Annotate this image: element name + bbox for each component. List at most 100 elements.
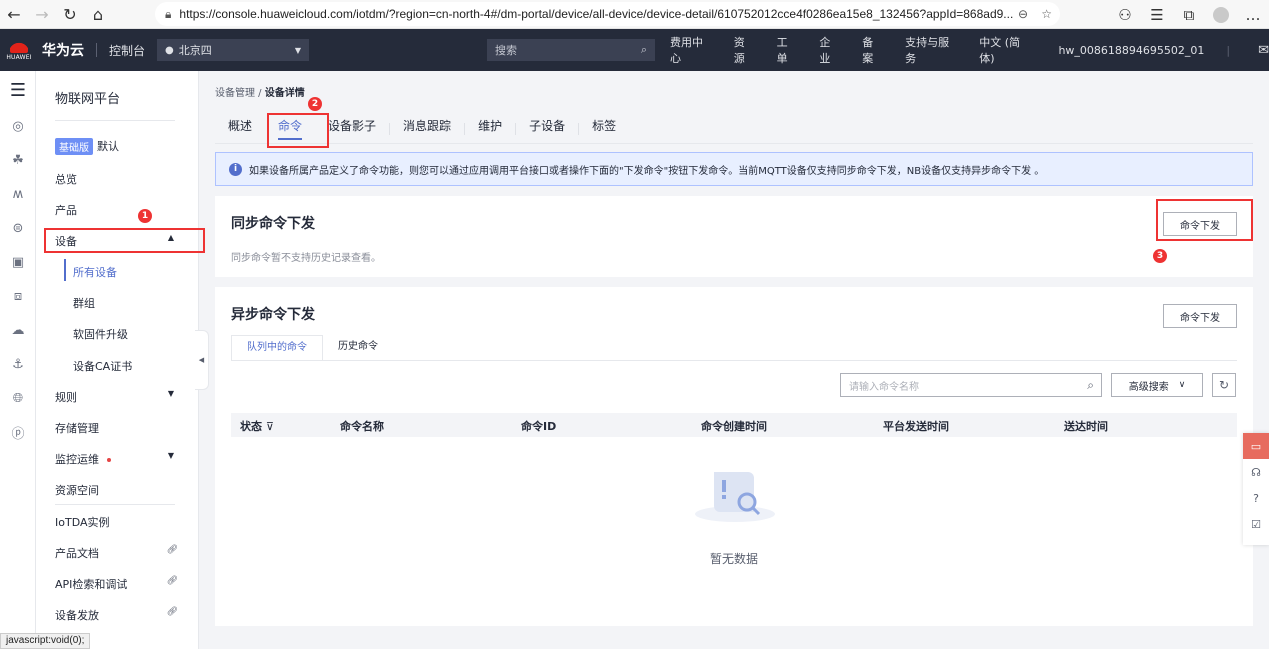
tab-queued-commands[interactable]: 队列中的命令 [231,335,323,361]
forward-icon[interactable]: → [28,0,56,28]
global-search-input[interactable]: 搜索 ⌕ [487,39,655,61]
top-menu-enterprise[interactable]: 企业 [819,34,840,66]
service-icon-5[interactable]: ▣ [0,245,36,279]
tab-message-trace[interactable]: 消息跟踪 [390,115,464,143]
console-link[interactable]: 控制台 [109,42,145,59]
refresh-button[interactable]: ↻ [1212,373,1236,397]
extensions-icon[interactable]: ⚇ [1109,6,1141,24]
active-indicator [64,259,66,281]
cloud-icon[interactable]: ☁ [0,313,36,347]
external-link-icon: 🔗︎ [166,576,178,586]
sidebar-item-device-provision[interactable]: 设备发放 🔗︎ [55,607,190,623]
search-icon[interactable]: ⌕ [1087,378,1094,393]
sidebar-item-product-docs[interactable]: 产品文档 🔗︎ [55,545,190,561]
advanced-search-button[interactable]: 高级搜索 ∨ [1111,373,1203,397]
column-header-status: 状态 ⊽ [240,418,274,434]
sidebar-item-iotda-instance[interactable]: IoTDA实例 [55,514,190,530]
sidebar-item-resource-space[interactable]: 资源空间 [55,482,190,498]
feedback-icon[interactable]: ▭ [1243,433,1269,459]
top-menu-tickets[interactable]: 工单 [777,34,798,66]
icon-rail: ☰ ◎ ☘ ʍ ⊜ ▣ ⧈ ☁ ⚓ 🌐︎ ⓟ [0,71,36,649]
annotation-box-commands-tab [267,113,329,148]
collections-icon[interactable]: ⧉ [1173,6,1205,24]
top-menu-resources[interactable]: 资源 [734,34,755,66]
annotation-number-3: 3 [1153,249,1167,263]
filter-icon[interactable]: ⊽ [266,420,274,433]
home-icon[interactable]: ⌂ [84,0,112,28]
top-menu-icp[interactable]: 备案 [862,34,883,66]
region-selector[interactable]: ● 北京四 ▼ [157,39,310,61]
tab-maintenance[interactable]: 维护 [465,115,515,143]
tab-history-commands[interactable]: 历史命令 [323,335,393,361]
address-bar[interactable]: 🔒︎ https://console.huaweicloud.com/iotdm… [155,2,1060,26]
reload-icon[interactable]: ↻ [56,0,84,28]
mail-icon[interactable]: ✉ [1258,43,1269,58]
advanced-search-label: 高级搜索 [1128,381,1169,393]
favorites-bar-icon[interactable]: ☰ [1141,6,1173,24]
tab-tags[interactable]: 标签 [579,115,629,143]
notice-text: 如果设备所属产品定义了命令功能，则您可以通过应用调用平台接口或者操作下面的"下发… [249,165,1045,177]
tab-sub-devices[interactable]: 子设备 [516,115,578,143]
sidebar-title: 物联网平台 [55,92,121,107]
customer-service-icon[interactable]: ☊ [1243,459,1269,485]
help-icon[interactable]: ? [1243,485,1269,511]
column-header-command-id: 命令ID [521,420,557,433]
service-icon-6[interactable]: ⧈ [0,279,36,313]
profile-icon[interactable] [1205,6,1237,24]
globe-icon[interactable]: 🌐︎ [0,381,36,415]
top-menu-billing[interactable]: 费用中心 [670,34,712,66]
hamburger-menu-icon[interactable]: ☰ [0,71,36,109]
annotation-box-device-menu [44,228,205,253]
top-menu-support[interactable]: 支持与服务 [905,34,957,66]
user-account[interactable]: hw_008618894695502_01 [1058,44,1204,57]
chevron-down-icon: ∨ [1178,380,1186,390]
service-icon-3[interactable]: ʍ [0,177,36,211]
location-pin-icon: ● [165,44,174,56]
column-header-created-time: 命令创建时间 [701,420,767,433]
breadcrumb: 设备管理 / 设备详情 [215,84,305,99]
empty-data-text: 暂无数据 [709,552,758,566]
sidebar-item-device-ca[interactable]: 设备CA证书 [73,358,132,374]
edition-name[interactable]: 默认 [97,138,119,154]
top-menu-language[interactable]: 中文 (简体) [979,34,1032,66]
global-search-placeholder: 搜索 [495,44,517,57]
sidebar-item-storage[interactable]: 存储管理 [55,420,190,436]
huawei-logo[interactable]: HUAWEI [0,29,38,71]
breadcrumb-parent[interactable]: 设备管理 [215,88,255,99]
brand-name[interactable]: 华为云 [42,40,84,60]
survey-icon[interactable]: ☑ [1243,511,1269,537]
sidebar-item-rules[interactable]: 规则 ▼ [55,389,190,405]
external-link-icon: 🔗︎ [166,545,178,555]
sidebar-item-product[interactable]: 产品 [55,202,190,218]
async-subtabs: 队列中的命令 历史命令 [231,335,393,361]
sidebar-item-label: API检索和调试 [55,578,128,591]
zoom-icon[interactable]: ⊖ [1018,7,1028,21]
annotation-box-sync-button [1156,199,1253,241]
sidebar-item-overview[interactable]: 总览 [55,171,190,187]
divider [96,43,97,57]
tab-overview[interactable]: 概述 [215,115,265,143]
sidebar-item-monitor[interactable]: 监控运维 ▼ [55,451,190,467]
sidebar-item-all-devices[interactable]: 所有设备 [73,264,117,280]
service-icon-2[interactable]: ☘ [0,143,36,177]
back-icon[interactable]: ← [0,0,28,28]
caret-down-icon: ▼ [167,389,174,398]
service-icon-1[interactable]: ◎ [0,109,36,143]
anchor-icon[interactable]: ⚓ [0,347,36,381]
command-search-input[interactable]: 请输入命令名称 ⌕ [840,373,1102,397]
search-icon[interactable]: ⌕ [641,43,647,57]
more-icon[interactable]: … [1237,6,1269,24]
status-bar-url: javascript:void(0); [0,633,91,649]
ip-icon[interactable]: ⓟ [0,415,36,449]
favorite-icon[interactable]: ☆ [1041,7,1052,21]
sidebar-item-api-explorer[interactable]: API检索和调试 🔗︎ [55,576,190,592]
floating-help-bar: ▭ ☊ ? ☑ [1243,433,1269,545]
service-icon-4[interactable]: ⊜ [0,211,36,245]
sync-command-card: 同步命令下发 同步命令暂不支持历史记录查看。 命令下发 [215,196,1253,277]
sync-command-desc: 同步命令暂不支持历史记录查看。 [231,253,381,264]
sidebar-item-groups[interactable]: 群组 [73,295,95,311]
async-send-command-button[interactable]: 命令下发 [1163,304,1237,328]
sidebar-item-firmware-upgrade[interactable]: 软固件升级 [73,326,128,342]
divider [55,504,175,505]
region-label: 北京四 [178,44,212,57]
